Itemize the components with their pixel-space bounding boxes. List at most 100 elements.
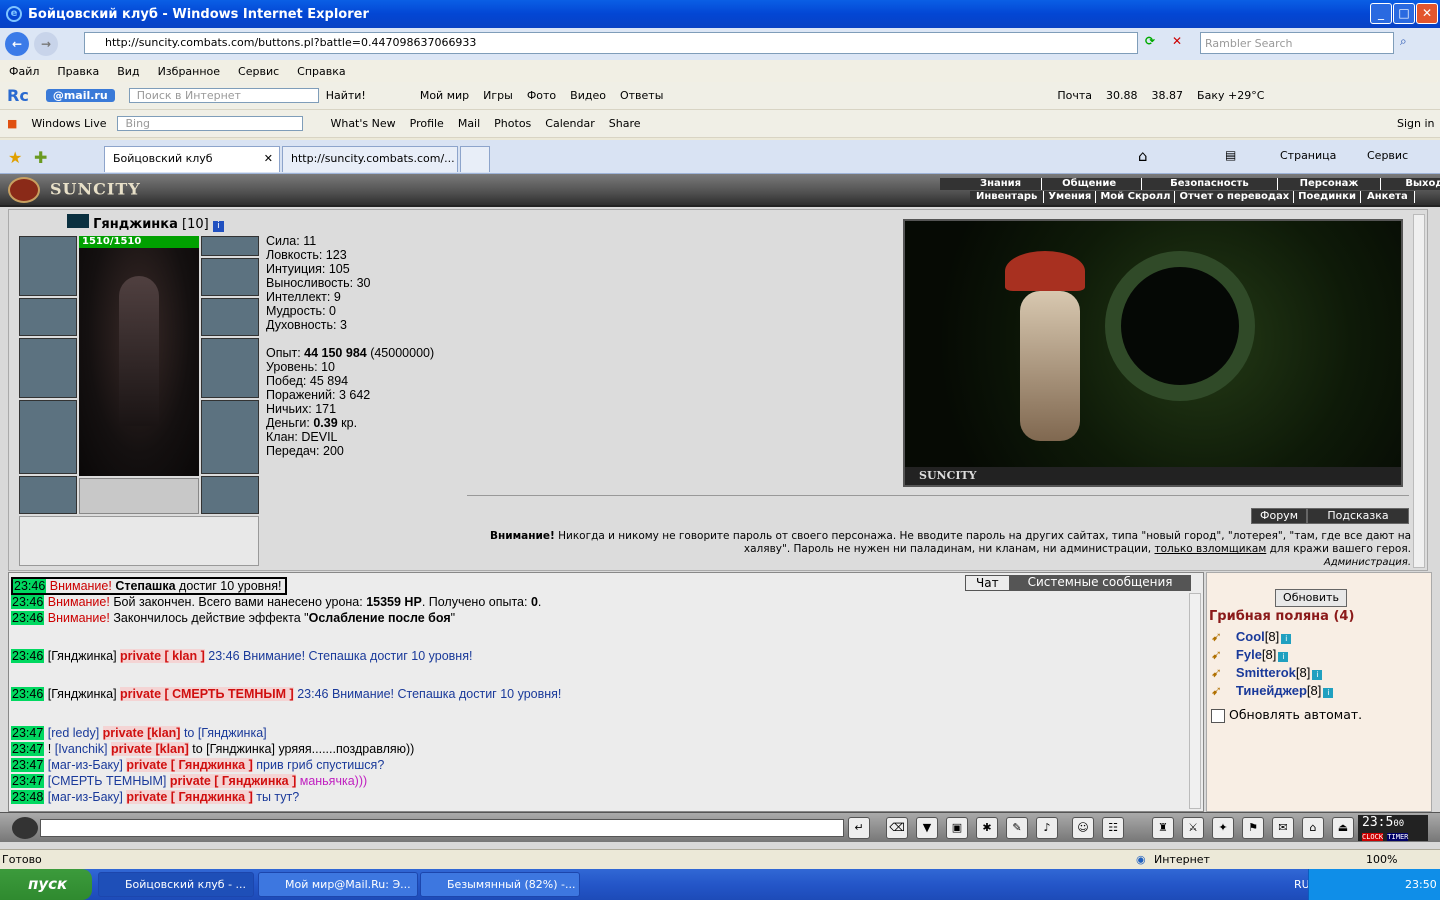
offhand-slot[interactable] [201,338,259,398]
menu-favorites[interactable]: Избранное [149,65,229,78]
chat-line[interactable]: 23:47 ! [Ivanchik] private [klan] to [Гя… [11,742,414,756]
chat-scrollbar[interactable] [1189,593,1201,809]
contacts-icon[interactable]: ☷ [1102,817,1124,839]
forward-button[interactable]: → [34,32,58,56]
start-button[interactable]: пуск [0,869,92,900]
sound-icon[interactable]: ♪ [1036,817,1058,839]
player-row[interactable]: ➹ Smitterok[8] i [1211,665,1333,683]
task-mailru[interactable]: Мой мир@Mail.Ru: Э... [258,872,418,897]
smile-menu-icon[interactable] [12,817,38,839]
auto-refresh-checkbox[interactable] [1211,708,1225,723]
tab-combats[interactable]: Бойцовский клуб ✕ [104,146,280,172]
favorites-star-icon[interactable]: ★ [8,148,22,167]
chat-line[interactable]: 23:46 [Гянджинка] private [ СМЕРТЬ ТЕМНЫ… [11,687,561,701]
mailru-logo[interactable]: @mail.ru [45,89,115,102]
menu-transfers[interactable]: Отчет о переводах [1175,191,1295,203]
player-row[interactable]: ➹ Cool[8] i [1211,629,1333,647]
task-combats[interactable]: Бойцовский клуб - ... [98,872,254,897]
send-icon[interactable]: ↵ [848,817,870,839]
search-input[interactable]: Rambler Search [1200,32,1394,54]
minimize-button[interactable]: _ [1370,3,1392,24]
filter-icon[interactable]: ▼ [916,817,938,839]
private-arrow-icon[interactable]: ➹ [1211,629,1222,644]
menu-file[interactable]: Файл [0,65,48,78]
add-favorite-icon[interactable]: ✚ [34,148,47,167]
mailru-item-video[interactable]: Видео [563,89,613,102]
bing-search-input[interactable]: Bing [117,116,304,131]
rune-slots[interactable] [79,478,199,514]
private-arrow-icon[interactable]: ➹ [1211,665,1222,680]
stop-icon[interactable]: ✕ [1172,34,1190,52]
amulet-slot[interactable] [201,236,259,256]
chat-text[interactable]: private [ Гянджинка ] [126,758,253,772]
player-info-icon[interactable]: i [1323,688,1334,698]
panel-scrollbar[interactable] [1413,214,1425,568]
player-info-icon[interactable]: i [1278,652,1289,662]
mailru-find-button[interactable]: Найти! [319,89,373,102]
chat-line[interactable]: 23:47 [red ledy] private [klan] to [Гянд… [11,726,267,740]
menu-duels[interactable]: Поединки [1294,191,1361,203]
back-button[interactable]: ← [5,32,29,56]
map-icon[interactable]: ⌂ [1302,817,1324,839]
tools-menu[interactable]: Сервис [1367,149,1408,162]
live-calendar[interactable]: Calendar [538,117,601,130]
refresh-icon[interactable]: ⟳ [1145,34,1163,52]
mailru-item-answers[interactable]: Ответы [613,89,670,102]
chat-line[interactable]: 23:47 [маг-из-Баку] private [ Гянджинка … [11,758,384,772]
menu-profile[interactable]: Анкета [1360,191,1415,203]
private-arrow-icon[interactable]: ➹ [1211,683,1222,698]
menu-help[interactable]: Справка [288,65,354,78]
chat-text[interactable]: private [ klan ] [120,649,205,663]
mail-link[interactable]: Почта [1050,89,1099,102]
mailru-item-myworld[interactable]: Мой мир [413,89,476,102]
menu-security[interactable]: Безопасность [1142,178,1278,190]
chat-text[interactable]: private [ СМЕРТЬ ТЕМНЫМ ] [120,687,294,701]
fighters-icon[interactable]: ✱ [976,817,998,839]
weather[interactable]: Баку +29°C [1190,89,1271,102]
chat-time[interactable]: 23:46 [11,611,45,625]
chat-text[interactable]: private [klan] [111,742,189,756]
tab-url[interactable]: http://suncity.combats.com/... [282,146,458,172]
smiley-icon[interactable]: ☺ [1072,817,1094,839]
chat-text[interactable]: private [klan] [102,726,181,740]
task-paint[interactable]: Безымянный (82%) -... [420,872,580,897]
chat-text[interactable]: private [ Гянджинка ] [169,774,297,788]
menu-edit[interactable]: Правка [48,65,108,78]
player-info-icon[interactable]: i [1281,634,1292,644]
chat-time[interactable]: 23:46 [13,579,47,593]
legs-slot[interactable] [201,400,259,474]
tab-chat[interactable]: Чат [965,575,1010,591]
quests-icon[interactable]: ✦ [1212,817,1234,839]
mailru-search-input[interactable]: Поиск в Интернет [128,88,319,103]
close-button[interactable]: ✕ [1416,3,1438,24]
character-name[interactable]: Гянджинка [93,217,178,232]
chat-line[interactable]: 23:46 Внимание! Бой закончен. Всего вами… [11,595,541,609]
new-tab-button[interactable] [460,146,490,172]
mailru-item-photo[interactable]: Фото [520,89,563,102]
helmet-slot[interactable] [19,236,77,296]
forum-button[interactable]: Форум [1251,508,1307,524]
chat-line[interactable]: 23:46 [Гянджинка] private [ klan ] 23:46… [11,649,472,663]
menu-skills[interactable]: Умения [1044,191,1097,203]
chat-time[interactable]: 23:46 [11,595,45,609]
player-name[interactable]: Тинейджер [1236,683,1307,698]
tab-system-messages[interactable]: Системные сообщения [1009,575,1191,591]
player-info-icon[interactable]: i [1312,670,1323,680]
refresh-button[interactable]: Обновить [1275,589,1347,607]
armor-slot[interactable] [19,400,77,474]
chat-input[interactable] [40,819,844,837]
chat-time[interactable]: 23:46 [11,687,45,701]
live-whats-new[interactable]: What's New [323,117,402,130]
character-avatar[interactable]: 1510/1510 [79,236,199,476]
player-row[interactable]: ➹ Fyle[8] i [1211,647,1333,665]
page-menu[interactable]: Страница [1280,149,1336,162]
boots-slot[interactable] [201,476,259,514]
menu-inventory[interactable]: Инвентарь [970,191,1045,203]
chat-line[interactable]: 23:47 [СМЕРТЬ ТЕМНЫМ] private [ Гянджинк… [11,774,367,788]
skills-icon[interactable]: ⚔ [1182,817,1204,839]
search-icon[interactable]: ⌕ [1400,34,1407,49]
live-profile[interactable]: Profile [403,117,451,130]
player-row[interactable]: ➹ Тинейджер[8] i [1211,683,1334,701]
close-tab-icon[interactable]: ✕ [264,152,273,165]
live-share[interactable]: Share [602,117,648,130]
